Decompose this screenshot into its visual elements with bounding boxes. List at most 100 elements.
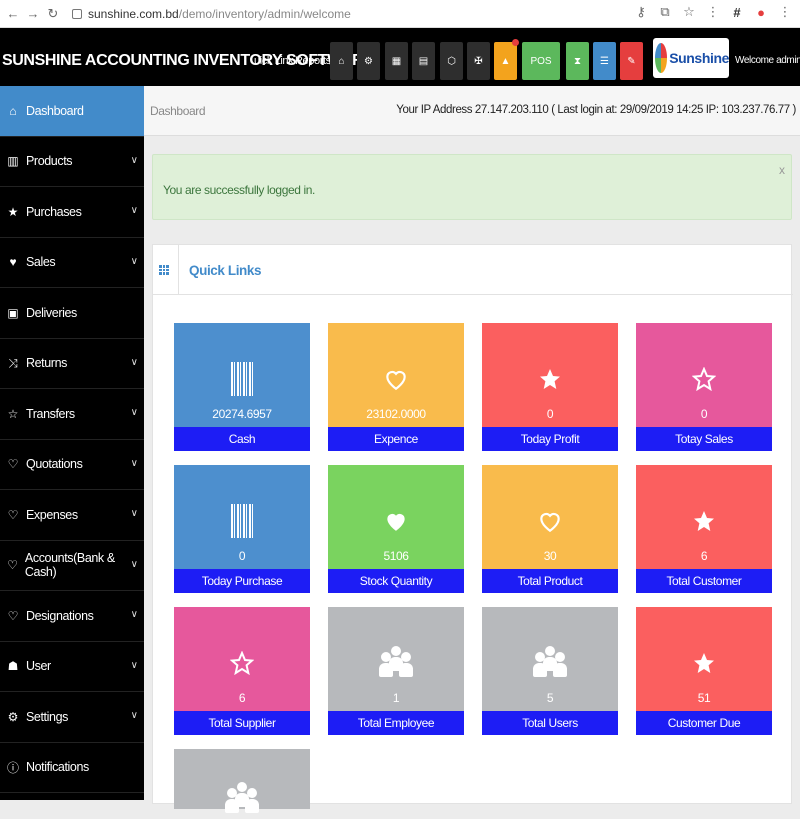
sidebar-item-label: Settings <box>26 709 68 724</box>
back-icon[interactable]: ← <box>6 6 20 21</box>
calendar-toolbar-button[interactable]: ▤ <box>412 42 435 80</box>
gear-icon: ⚙ <box>364 55 373 67</box>
success-alert: You are successfully logged in. x <box>152 154 792 220</box>
tile-label: Expence <box>328 427 464 451</box>
sidebar-item-user[interactable]: ☗ User ∨ <box>0 642 144 692</box>
extension-menu-icon[interactable]: ⋮ <box>706 4 720 20</box>
tile-total-customer[interactable]: 6 Total Customer <box>636 465 772 593</box>
sidebar-item-dashboard[interactable]: ⌂ Dashboard <box>0 86 144 137</box>
tile-partial[interactable] <box>174 749 310 813</box>
sidebar-item-label: Expenses <box>26 507 78 522</box>
sidebar-item-transfers[interactable]: ☆ Transfers ∨ <box>0 389 144 440</box>
close-icon[interactable]: x <box>779 163 785 177</box>
sidebar-item-designations[interactable]: ♡ Designations ∨ <box>0 591 144 642</box>
chevron-down-icon: ∨ <box>130 407 138 418</box>
hourglass-icon: ⧗ <box>573 55 582 67</box>
tile-total-product[interactable]: 30 Total Product <box>482 465 618 593</box>
key-icon[interactable]: ⚷ <box>634 4 648 20</box>
tile-customer-due[interactable]: 51 Customer Due <box>636 607 772 735</box>
barcode-icon <box>231 362 253 396</box>
sidebar-item-label: Sales <box>26 255 56 270</box>
tile-label: Today Purchase <box>174 569 310 593</box>
sidebar-item-label: Accounts(Bank & Cash) <box>24 551 115 580</box>
grid-icon <box>159 265 169 275</box>
forward-icon[interactable]: → <box>26 6 40 21</box>
tile-label: Customer Due <box>636 711 772 735</box>
bookmark-star-icon[interactable]: ☆ <box>682 4 696 20</box>
alerts-toolbar-button[interactable]: ▲ <box>494 39 519 80</box>
sidebar-item-settings[interactable]: ⚙ Settings ∨ <box>0 692 144 743</box>
quick-link-menu[interactable]: uick Link <box>254 55 294 67</box>
chevron-down-icon: ∨ <box>130 205 138 216</box>
tile-total-supplier[interactable]: 6 Total Supplier <box>174 607 310 735</box>
tile-value: 5 <box>546 691 554 705</box>
sidebar-item-accounts[interactable]: ♡ Accounts(Bank & Cash) ∨ <box>0 541 144 591</box>
calculator-toolbar-button[interactable]: ▦ <box>385 42 408 80</box>
lock-icon <box>72 8 82 19</box>
settings-toolbar-button[interactable]: ⚙ <box>357 42 380 80</box>
users-icon: ☗ <box>7 659 19 674</box>
star-icon: ★ <box>7 204 19 219</box>
tile-total-employee[interactable]: 1 Total Employee <box>328 607 464 735</box>
sidebar-item-sales[interactable]: ♥ Sales ∨ <box>0 238 144 288</box>
pos-button[interactable]: POS <box>522 42 560 80</box>
uk-flag-icon: ✠ <box>474 55 483 67</box>
calculator-icon: ▦ <box>391 55 402 67</box>
top-header: SUNSHINE ACCOUNTING INVENTORY SOFTWARE u… <box>0 28 800 86</box>
sidebar-item-quotations[interactable]: ♡ Quotations ∨ <box>0 440 144 490</box>
pos-label: POS <box>530 55 552 67</box>
sidebar-item-purchases[interactable]: ★ Purchases ∨ <box>0 187 144 238</box>
tile-today-profit[interactable]: 0 Today Profit <box>482 323 618 451</box>
truck-icon: ▣ <box>7 305 19 320</box>
extension-icon[interactable]: ● <box>754 5 768 20</box>
language-toolbar-button[interactable]: ✠ <box>467 42 490 80</box>
chevron-down-icon: ∨ <box>130 609 138 620</box>
star-outline-icon <box>692 367 716 391</box>
tile-cash[interactable]: 20274.6957 Cash <box>174 323 310 451</box>
browser-address-bar: ← → ↻ sunshine.com.bd/demo/inventory/adm… <box>0 0 800 28</box>
sidebar-item-deliveries[interactable]: ▣ Deliveries <box>0 288 144 339</box>
users-icon <box>225 782 259 816</box>
list-toolbar-button[interactable]: ☰ <box>593 42 616 80</box>
tile-label: Totay Sales <box>636 427 772 451</box>
user-menu[interactable]: Welcome admin <box>735 55 800 66</box>
hash-icon[interactable]: # <box>730 5 744 20</box>
tile-totay-sales[interactable]: 0 Totay Sales <box>636 323 772 451</box>
tile-value: 0 <box>238 549 246 563</box>
tile-expence[interactable]: 23102.0000 Expence <box>328 323 464 451</box>
translate-icon[interactable]: ⧉ <box>658 4 672 20</box>
panel-header: Quick Links <box>153 245 793 295</box>
sidebar-item-label: Returns <box>26 356 67 371</box>
tile-value: 51 <box>697 691 711 705</box>
sidebar-item-products[interactable]: ▥ Products ∨ <box>0 137 144 187</box>
sidebar-item-label: Transfers <box>26 406 75 421</box>
eraser-toolbar-button[interactable]: ✎ <box>620 42 643 80</box>
sidebar-item-returns[interactable]: ⤨ Returns ∨ <box>0 339 144 389</box>
sunshine-logo-icon <box>655 43 668 73</box>
quick-links-panel: Quick Links 20274.6957 Cash 23102.0000 E… <box>152 244 793 813</box>
hourglass-toolbar-button[interactable]: ⧗ <box>566 42 589 80</box>
tile-stock-quantity[interactable]: 5106 Stock Quantity <box>328 465 464 593</box>
tile-total-users[interactable]: 5 Total Users <box>482 607 618 735</box>
sidebar-item-label: Products <box>26 154 73 169</box>
sidebar-item-label: Notifications <box>26 760 89 775</box>
sidebar-item-notifications[interactable]: ⓘ Notifications <box>0 743 144 793</box>
tile-today-purchase[interactable]: 0 Today Purchase <box>174 465 310 593</box>
star-outline-icon <box>230 651 254 675</box>
chevron-down-icon: ∨ <box>130 710 138 721</box>
html5-toolbar-button[interactable]: ⬡ <box>440 42 463 80</box>
reload-icon[interactable]: ↻ <box>46 6 60 22</box>
profile-icon[interactable]: ⋮ <box>778 4 792 20</box>
star-icon <box>694 511 714 531</box>
reports-menu[interactable]: Reports <box>295 55 331 67</box>
breadcrumb[interactable]: Dashboard <box>150 104 206 118</box>
tile-value: 23102.0000 <box>366 407 426 421</box>
chevron-down-icon: ∨ <box>130 457 138 469</box>
heart-outline-icon: ♡ <box>7 608 19 623</box>
sidebar-item-expenses[interactable]: ♡ Expenses ∨ <box>0 490 144 541</box>
home-toolbar-button[interactable]: ⌂ <box>330 42 353 80</box>
gear-icon: ⚙ <box>7 709 19 724</box>
company-logo: Sunshine <box>653 38 729 78</box>
url-field[interactable]: sunshine.com.bd/demo/inventory/admin/wel… <box>88 7 351 21</box>
sidebar-item-label: Deliveries <box>26 305 77 320</box>
